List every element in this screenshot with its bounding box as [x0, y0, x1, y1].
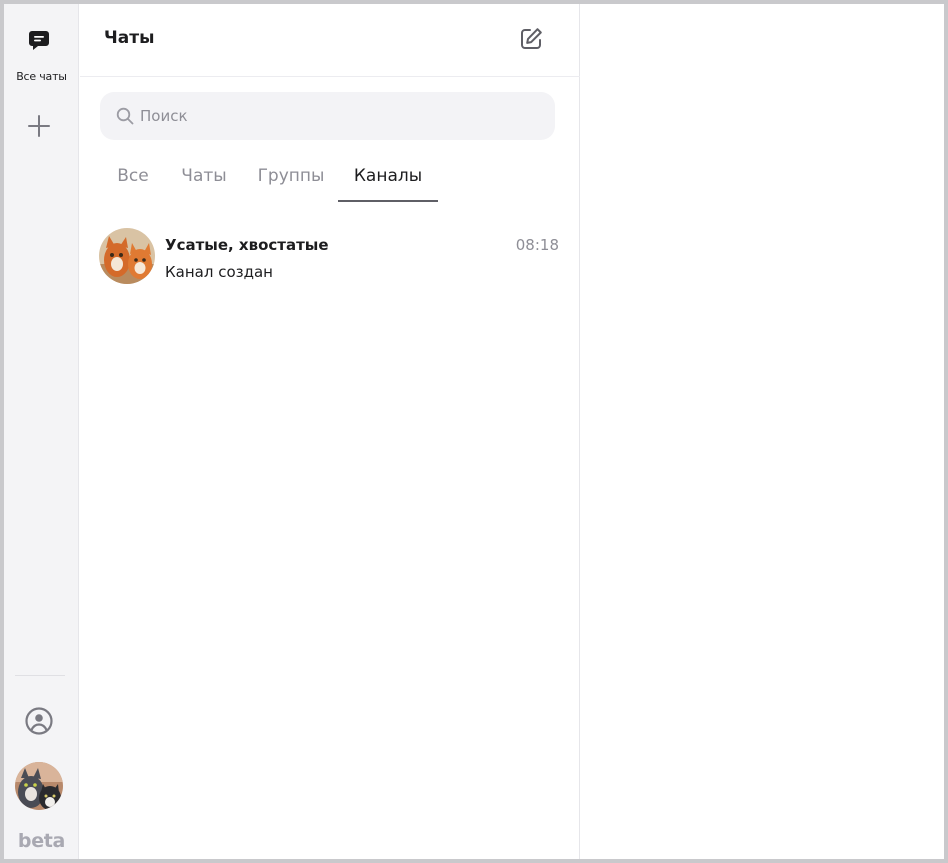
- chat-timestamp: 08:18: [515, 236, 559, 254]
- chat-last-message: Канал создан: [165, 263, 273, 281]
- user-avatar[interactable]: [15, 762, 63, 810]
- chat-list-panel: Чаты Все Чаты Группы Каналы: [80, 4, 580, 859]
- rail-add-button[interactable]: [4, 112, 79, 140]
- chat-name: Усатые, хвостатые: [165, 236, 329, 254]
- rail-divider: [15, 675, 65, 676]
- rail-all-chats[interactable]: Все чаты: [4, 24, 79, 86]
- chat-list-item[interactable]: Усатые, хвостатые 08:18 Канал создан: [80, 216, 580, 292]
- conversation-pane: [581, 4, 944, 859]
- tab-groups[interactable]: Группы: [250, 166, 332, 202]
- search-input[interactable]: [140, 104, 540, 128]
- channel-avatar: [99, 228, 155, 284]
- chat-list-header: Чаты: [80, 4, 580, 77]
- beta-label: beta: [17, 830, 66, 852]
- tab-chats[interactable]: Чаты: [172, 166, 236, 202]
- kittens-avatar-image: [99, 228, 155, 284]
- filter-tabs: Все Чаты Группы Каналы: [80, 160, 580, 202]
- profile-icon: [25, 707, 53, 735]
- search-icon: [116, 107, 134, 125]
- rail-all-chats-label: Все чаты: [16, 70, 67, 83]
- compose-icon[interactable]: [518, 26, 544, 52]
- app-window: Все чаты beta Чаты Поиск Все Чаты Группы…: [0, 0, 948, 863]
- chat-bubble-icon: [29, 31, 49, 50]
- plus-icon: [28, 115, 50, 137]
- left-rail: Все чаты beta: [4, 4, 79, 859]
- cats-avatar-image: [15, 762, 63, 810]
- page-title: Чаты: [104, 28, 155, 48]
- tab-all[interactable]: Все: [104, 166, 162, 202]
- search-box[interactable]: [100, 92, 555, 140]
- tab-channels[interactable]: Каналы: [338, 166, 438, 202]
- rail-profile-button[interactable]: [4, 704, 79, 738]
